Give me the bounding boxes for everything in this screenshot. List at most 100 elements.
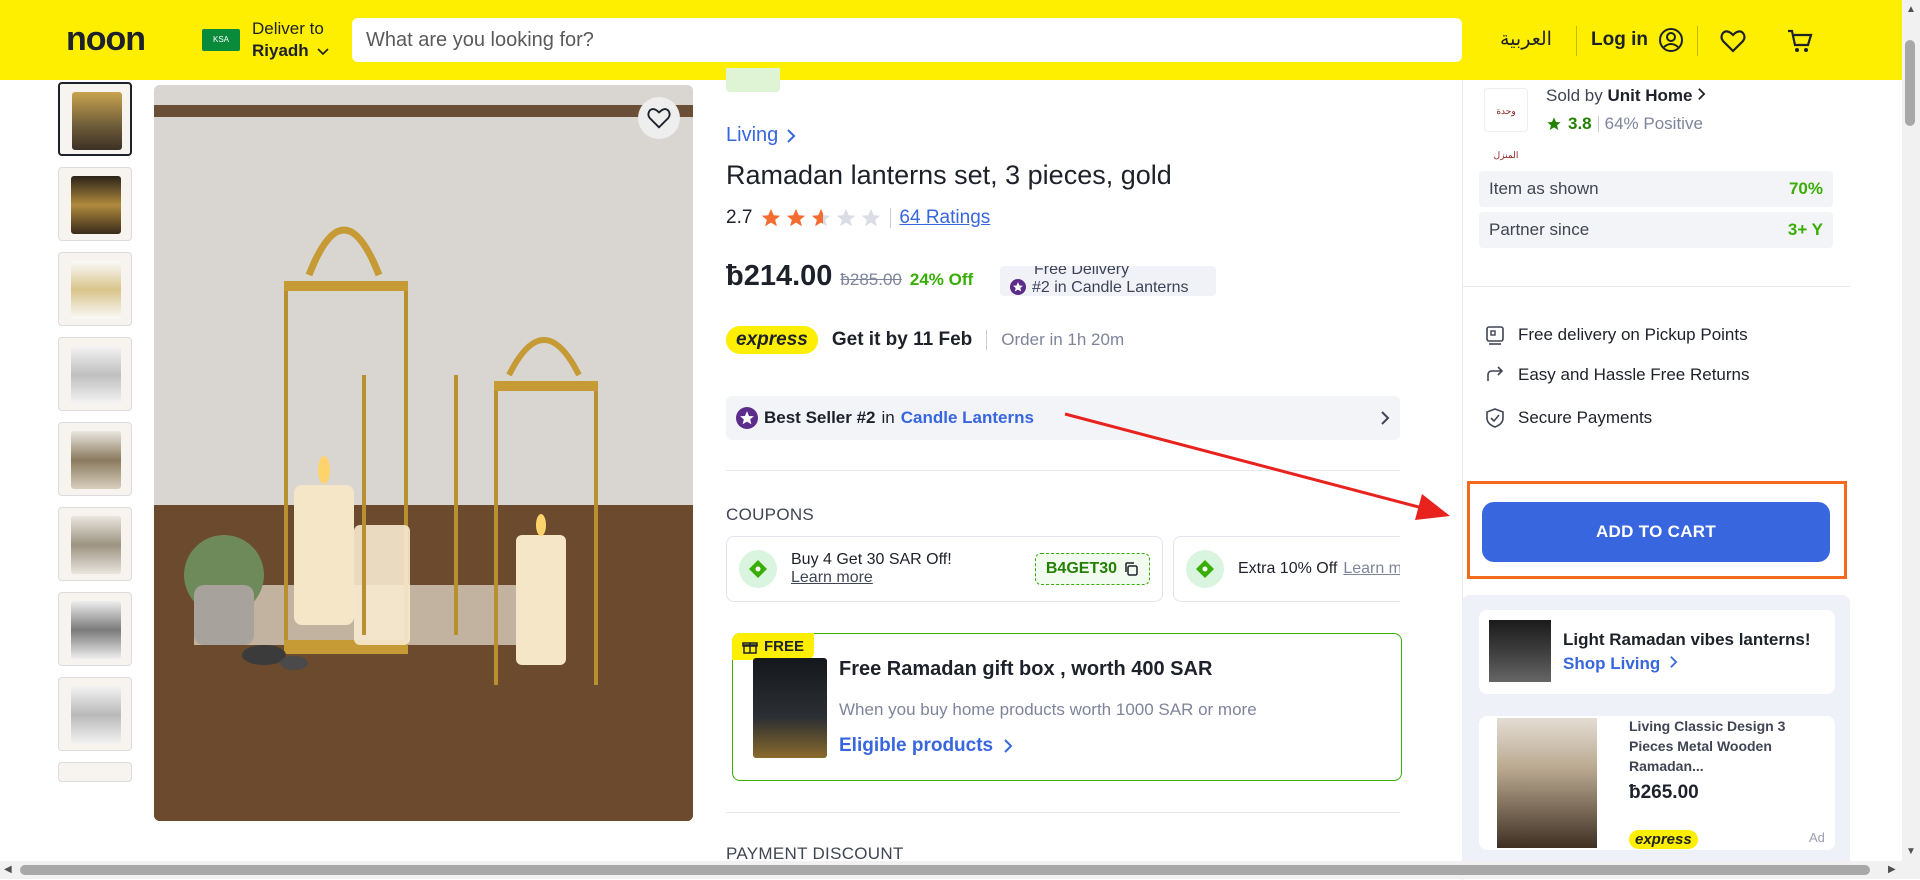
free-badge-label: FREE: [764, 638, 805, 655]
user-icon: [1658, 28, 1683, 52]
breadcrumb[interactable]: Living: [726, 124, 796, 147]
product-thumbnail[interactable]: [58, 507, 132, 581]
rating-value: 2.7: [726, 207, 753, 228]
star-full-icon: [762, 208, 781, 227]
breadcrumb-living[interactable]: Living: [726, 124, 778, 147]
coupon-learn-more[interactable]: Learn more: [1343, 560, 1400, 578]
star-empty-icon: [837, 208, 856, 227]
product-thumbnail[interactable]: [58, 422, 132, 496]
annotation-arrow: [1064, 412, 1450, 520]
sold-by-label: Sold by: [1546, 86, 1603, 105]
rank-star-icon: [1010, 279, 1026, 295]
product-thumbnail[interactable]: [58, 677, 132, 751]
stat-label: Item as shown: [1489, 179, 1599, 198]
ad-label: Ad: [1809, 830, 1825, 845]
sponsored-product-card[interactable]: Living Classic Design 3 Pieces Metal Woo…: [1479, 716, 1835, 850]
delivery-row: express Get it by 11 Feb Order in 1h 20m: [726, 326, 1124, 354]
scroll-up-arrow[interactable]: ▲: [1906, 4, 1916, 15]
noon-logo[interactable]: noon: [66, 20, 146, 59]
shop-living-label: Shop Living: [1563, 654, 1661, 673]
deal-tag: [726, 68, 780, 92]
promo-card[interactable]: Light Ramadan vibes lanterns! Shop Livin…: [1479, 610, 1835, 694]
header-divider: [1576, 26, 1577, 56]
discount-badge: 24% Off: [909, 270, 974, 289]
eligible-products-link[interactable]: Eligible products: [839, 735, 1013, 757]
stat-value: 3+ Y: [1787, 220, 1823, 239]
deliver-to-selector[interactable]: KSA Deliver to Riyadh: [202, 18, 329, 62]
express-badge: express: [1629, 830, 1698, 849]
bestseller-category[interactable]: Candle Lanterns: [901, 408, 1034, 428]
perk-returns: Easy and Hassle Free Returns: [1484, 364, 1750, 386]
vertical-scroll-thumb[interactable]: [1905, 40, 1915, 126]
chevron-right-icon: [1004, 739, 1013, 753]
coupon-learn-more[interactable]: Learn more: [791, 569, 952, 587]
badges-box: Free Delivery #2 in Candle Lanterns: [1000, 266, 1216, 296]
deliver-to-label: Deliver to: [252, 19, 324, 38]
wishlist-heart-icon[interactable]: [1719, 27, 1747, 55]
shop-living-link[interactable]: Shop Living: [1563, 654, 1678, 674]
currency-icon: ƀ: [1629, 782, 1641, 803]
product-thumbnail[interactable]: [58, 82, 132, 156]
sponsored-product-price: 265.00: [1640, 782, 1699, 803]
perk-label: Free delivery on Pickup Points: [1518, 325, 1748, 344]
lantern-illustration: [154, 85, 693, 821]
seller-logo[interactable]: وحدة المنزل: [1484, 88, 1528, 160]
add-to-cart-button[interactable]: ADD TO CART: [1482, 502, 1830, 562]
scroll-right-arrow[interactable]: ▶: [1888, 864, 1896, 875]
eligible-products-label: Eligible products: [839, 735, 994, 756]
price-row: ƀ214.00 ƀ285.00 24% Off: [726, 260, 973, 293]
coupon-tag-icon: [1186, 550, 1224, 588]
sponsored-product-title: Living Classic Design 3 Pieces Metal Woo…: [1629, 718, 1786, 774]
product-thumbnail[interactable]: [58, 252, 132, 326]
product-thumbnail[interactable]: [58, 167, 132, 241]
cart-icon[interactable]: [1786, 27, 1814, 55]
coupon-code[interactable]: B4GET30: [1034, 553, 1150, 585]
current-price: 214.00: [743, 260, 833, 292]
seller-stat-partner-since: Partner since 3+ Y: [1479, 212, 1833, 248]
sold-by[interactable]: Sold by Unit Home: [1546, 86, 1706, 106]
divider: [726, 812, 1400, 813]
scroll-left-arrow[interactable]: ◀: [4, 864, 12, 875]
free-gift-card[interactable]: FREE Free Ramadan gift box , worth 400 S…: [732, 633, 1402, 781]
gift-box-image: [753, 658, 827, 758]
coupon-card[interactable]: Buy 4 Get 30 SAR Off! Learn more B4GET30: [726, 536, 1163, 602]
star-empty-icon: [862, 208, 881, 227]
search-input[interactable]: [352, 18, 1462, 62]
perk-pickup: Free delivery on Pickup Points: [1484, 324, 1748, 346]
star-full-icon: [787, 208, 806, 227]
shield-icon: [1486, 408, 1504, 428]
divider: [1462, 286, 1850, 287]
coupon-title: Buy 4 Get 30 SAR Off!: [791, 551, 952, 568]
horizontal-scroll-thumb[interactable]: [20, 865, 1870, 875]
bestseller-in: in: [881, 408, 895, 427]
image-wishlist-button[interactable]: [638, 97, 680, 139]
login-button[interactable]: Log in: [1591, 27, 1684, 53]
product-thumbnail[interactable]: [58, 337, 132, 411]
express-badge: express: [726, 326, 818, 354]
product-thumbnail[interactable]: [58, 592, 132, 666]
product-main-image[interactable]: [154, 85, 693, 821]
sponsored-product-image: [1497, 718, 1597, 848]
bestseller-rank: Best Seller #2: [764, 408, 876, 427]
coupon-card[interactable]: Extra 10% Off Learn more: [1173, 536, 1400, 602]
seller-name[interactable]: Unit Home: [1607, 86, 1692, 105]
vertical-scrollbar[interactable]: [1902, 0, 1920, 879]
delivery-estimate: Get it by 11 Feb: [831, 329, 973, 350]
header-divider: [1697, 26, 1698, 56]
seller-stat-item-as-shown: Item as shown 70%: [1479, 171, 1833, 207]
language-switch[interactable]: العربية: [1500, 28, 1552, 51]
stat-value: 70%: [1788, 179, 1823, 198]
chevron-down-icon: [317, 48, 329, 56]
coupon-code-text: B4GET30: [1045, 560, 1117, 577]
seller-positive: 64% Positive: [1604, 114, 1703, 133]
free-delivery-badge: Free Delivery: [1034, 266, 1130, 278]
product-thumbnail[interactable]: [58, 762, 132, 782]
star-icon: [1547, 117, 1561, 130]
order-countdown: Order in 1h 20m: [1001, 330, 1125, 349]
living-brand-image: [1489, 620, 1551, 682]
scroll-down-arrow[interactable]: ▼: [1906, 846, 1916, 857]
seller-rating-value: 3.8: [1568, 114, 1592, 133]
stat-label: Partner since: [1489, 220, 1590, 239]
perk-secure: Secure Payments: [1484, 407, 1652, 429]
ratings-link[interactable]: 64 Ratings: [899, 207, 990, 229]
